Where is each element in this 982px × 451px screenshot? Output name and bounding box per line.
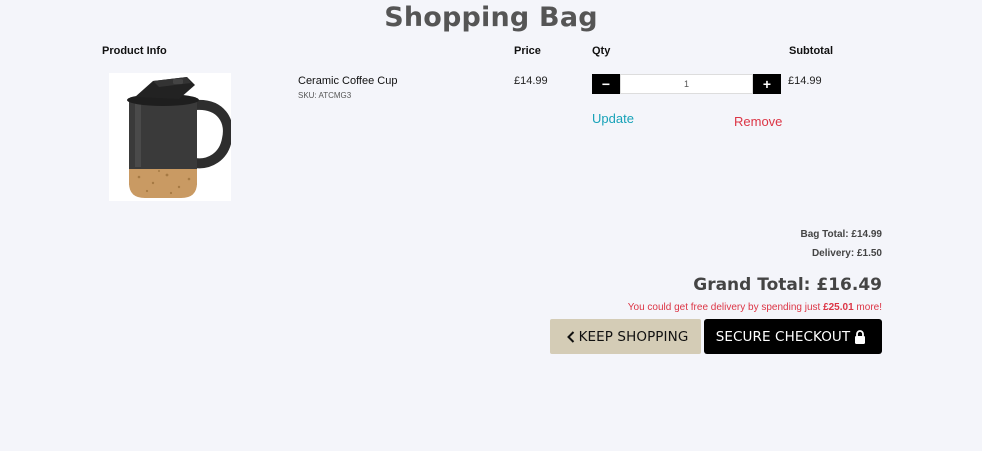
page-title: Shopping Bag	[384, 2, 598, 33]
decrement-button[interactable]: −	[592, 74, 620, 94]
delivery-cost: Delivery: £1.50	[811, 248, 882, 259]
remove-link[interactable]: Remove	[734, 114, 782, 129]
lock-icon	[854, 329, 866, 344]
header-subtotal: Subtotal	[789, 45, 833, 57]
item-subtotal: £14.99	[788, 75, 822, 87]
secure-checkout-button[interactable]: SECURE CHECKOUT	[704, 319, 882, 354]
header-price: Price	[514, 45, 541, 57]
free-delivery-prefix: You could get free delivery by spending …	[627, 302, 824, 313]
product-image[interactable]	[109, 73, 233, 201]
keep-shopping-button[interactable]: KEEP SHOPPING	[550, 319, 701, 354]
item-price: £14.99	[514, 75, 548, 87]
secure-checkout-label: SECURE CHECKOUT	[715, 328, 851, 345]
mug-icon	[127, 77, 233, 198]
grand-total: Grand Total: £16.49	[693, 275, 882, 295]
update-link[interactable]: Update	[592, 111, 634, 126]
quantity-input[interactable]	[620, 74, 753, 94]
increment-button[interactable]: +	[753, 74, 781, 94]
product-sku: SKU: ATCMG3	[298, 91, 352, 100]
chevron-left-icon	[566, 330, 575, 343]
keep-shopping-label: KEEP SHOPPING	[578, 328, 689, 345]
free-delivery-notice: You could get free delivery by spending …	[628, 302, 882, 313]
free-delivery-suffix: more!	[853, 302, 882, 313]
quantity-stepper: − +	[592, 74, 781, 94]
product-name[interactable]: Ceramic Coffee Cup	[298, 75, 397, 87]
free-delivery-amount: £25.01	[823, 302, 854, 313]
bag-total: Bag Total: £14.99	[800, 229, 882, 240]
header-qty: Qty	[592, 45, 611, 57]
header-product-info: Product Info	[102, 45, 167, 57]
